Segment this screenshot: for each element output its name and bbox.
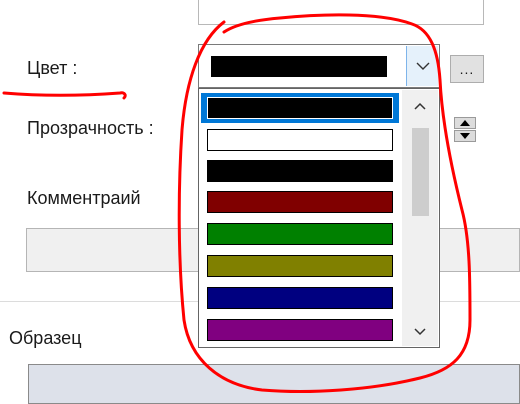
color-option[interactable] bbox=[207, 287, 393, 309]
selected-color-swatch bbox=[211, 56, 387, 77]
color-option[interactable] bbox=[201, 93, 399, 123]
more-colors-button[interactable]: ... bbox=[450, 55, 484, 83]
top-text-field[interactable] bbox=[198, 0, 484, 25]
sample-label: Образец bbox=[9, 328, 82, 348]
color-option[interactable] bbox=[207, 319, 393, 341]
sample-preview bbox=[28, 364, 520, 404]
combobox-dropdown-button[interactable] bbox=[406, 46, 438, 86]
scroll-down-button[interactable] bbox=[410, 322, 430, 342]
color-dropdown-list[interactable] bbox=[198, 88, 440, 348]
arrow-down-icon bbox=[460, 133, 470, 139]
transparency-spinner[interactable] bbox=[450, 114, 480, 144]
dropdown-scrollbar[interactable] bbox=[402, 90, 438, 346]
transparency-label: Прозрачность : bbox=[27, 118, 154, 138]
chevron-down-icon bbox=[414, 328, 426, 336]
spin-up-button[interactable] bbox=[454, 117, 476, 129]
scroll-up-button[interactable] bbox=[410, 96, 430, 116]
color-option[interactable] bbox=[207, 191, 393, 213]
chevron-down-icon bbox=[416, 62, 429, 70]
color-option[interactable] bbox=[207, 129, 393, 151]
color-option[interactable] bbox=[207, 160, 393, 182]
color-option[interactable] bbox=[207, 223, 393, 245]
spin-down-button[interactable] bbox=[454, 130, 476, 142]
color-label: Цвет : bbox=[27, 58, 78, 78]
arrow-up-icon bbox=[460, 120, 470, 126]
scrollbar-thumb[interactable] bbox=[412, 128, 429, 216]
color-combobox[interactable] bbox=[198, 44, 440, 88]
color-option-swatch bbox=[207, 97, 393, 119]
chevron-up-icon bbox=[414, 102, 426, 110]
comment-label: Комментраий bbox=[27, 188, 141, 208]
color-option[interactable] bbox=[207, 255, 393, 277]
